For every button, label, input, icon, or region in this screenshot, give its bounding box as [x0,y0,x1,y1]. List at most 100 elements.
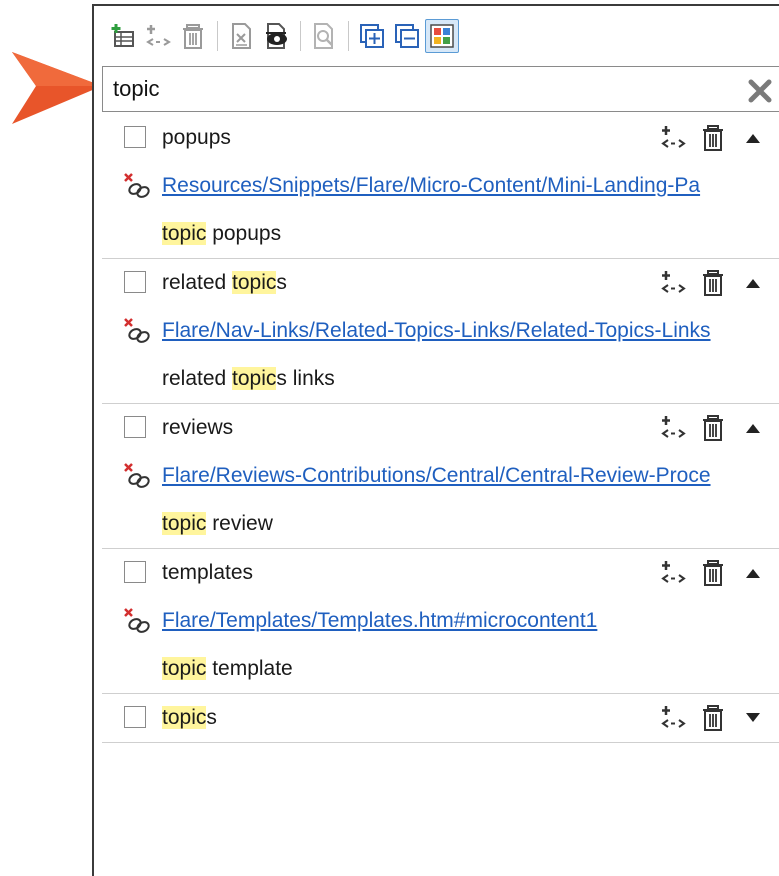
add-link-icon [661,416,686,438]
term-actions [659,559,779,587]
text-part: s links [276,367,335,390]
term-actions [659,124,779,152]
delete-button[interactable] [699,559,727,587]
expand-arrow-icon [746,713,760,722]
text-part: reviews [162,416,234,439]
add-link-icon [661,706,686,728]
micro-content-panel: popups Resources/Snippets/Flare/Micro-Con… [92,4,779,876]
target-link[interactable]: Flare/Templates/Templates.htm#microconte… [162,609,597,633]
search-highlight: topic [162,222,207,245]
expand-button[interactable] [739,704,767,732]
term-actions [659,269,779,297]
add-link-button[interactable] [659,124,687,152]
search-input[interactable] [113,74,713,104]
view-grid-icon [430,24,454,48]
text-part: review [206,512,273,535]
broken-link-icon [124,318,150,343]
collapse-button[interactable] [739,124,767,152]
term-group: popups Resources/Snippets/Flare/Micro-Con… [102,114,779,259]
view-grid-button[interactable] [425,19,459,53]
phrase-row: topic popups [102,210,779,258]
term-actions [659,414,779,442]
term-row: reviews [102,404,779,452]
preview-icon [266,23,287,49]
add-link-button[interactable] [659,559,687,587]
add-link-icon [661,271,686,293]
term-label: related topics [162,271,287,295]
target-link[interactable]: Flare/Reviews-Contributions/Central/Cent… [162,464,711,488]
term-row: related topics [102,259,779,307]
collapse-button[interactable] [739,559,767,587]
search-highlight: topic [232,367,277,390]
delete-button[interactable] [699,704,727,732]
broken-link-icon [124,608,150,633]
toolbar-separator [300,21,301,51]
term-checkbox[interactable] [124,706,146,728]
delete-icon [703,705,723,731]
target-link[interactable]: Resources/Snippets/Flare/Micro-Content/M… [162,174,700,198]
link-row: Flare/Reviews-Contributions/Central/Cent… [102,452,779,500]
broken-link-icon [124,173,150,198]
add-link-icon [661,126,686,148]
collapse-button[interactable] [739,269,767,297]
callout-arrow-icon [12,52,102,124]
delete-icon [703,415,723,441]
toolbar-separator [217,21,218,51]
delete-button[interactable] [699,414,727,442]
collapse-arrow-icon [746,569,760,578]
term-label: topics [162,706,217,730]
export-button[interactable] [224,19,258,53]
term-group: related topics Flare/Nav-Links/Related-To… [102,259,779,404]
search-box [102,66,779,112]
term-group: topics [102,694,779,743]
add-term-button[interactable] [106,19,140,53]
phrase-row: topic review [102,500,779,548]
add-link-button[interactable] [659,704,687,732]
clear-search-icon[interactable] [746,77,774,105]
term-label: reviews [162,416,233,440]
add-link-button[interactable] [141,19,175,53]
phrase-label: topic popups [162,222,281,246]
delete-button[interactable] [699,124,727,152]
expand-all-icon [360,24,384,48]
add-link-icon [661,561,686,583]
term-row: templates [102,549,779,597]
term-actions [659,704,779,732]
add-link-button[interactable] [659,414,687,442]
find-button[interactable] [307,19,341,53]
term-label: popups [162,126,231,150]
search-highlight: topic [232,271,277,294]
delete-button[interactable] [176,19,210,53]
collapse-all-button[interactable] [390,19,424,53]
term-label: templates [162,561,253,585]
text-part: popups [206,222,282,245]
text-part: templates [162,561,254,584]
term-checkbox[interactable] [124,126,146,148]
term-checkbox[interactable] [124,561,146,583]
search-highlight: topic [162,657,207,680]
phrase-label: topic review [162,512,273,536]
term-group: templates Flare/Templates/Templates.htm#m… [102,549,779,694]
preview-button[interactable] [259,19,293,53]
delete-button[interactable] [699,269,727,297]
text-part: s [206,706,217,729]
collapse-button[interactable] [739,414,767,442]
term-checkbox[interactable] [124,271,146,293]
toolbar-separator [348,21,349,51]
collapse-arrow-icon [746,424,760,433]
term-row: popups [102,114,779,162]
text-part: related [162,367,233,390]
link-row: Flare/Nav-Links/Related-Topics-Links/Rel… [102,307,779,355]
phrase-label: related topics links [162,367,335,391]
broken-link-icon [124,463,150,488]
term-checkbox[interactable] [124,416,146,438]
expand-all-button[interactable] [355,19,389,53]
phrase-row: topic template [102,645,779,693]
link-row: Resources/Snippets/Flare/Micro-Content/M… [102,162,779,210]
phrase-row: related topics links [102,355,779,403]
text-part: related [162,271,233,294]
target-link[interactable]: Flare/Nav-Links/Related-Topics-Links/Rel… [162,319,711,343]
term-group: reviews Flare/Reviews-Contributions/Centr… [102,404,779,549]
add-link-button[interactable] [659,269,687,297]
text-part: s [276,271,287,294]
